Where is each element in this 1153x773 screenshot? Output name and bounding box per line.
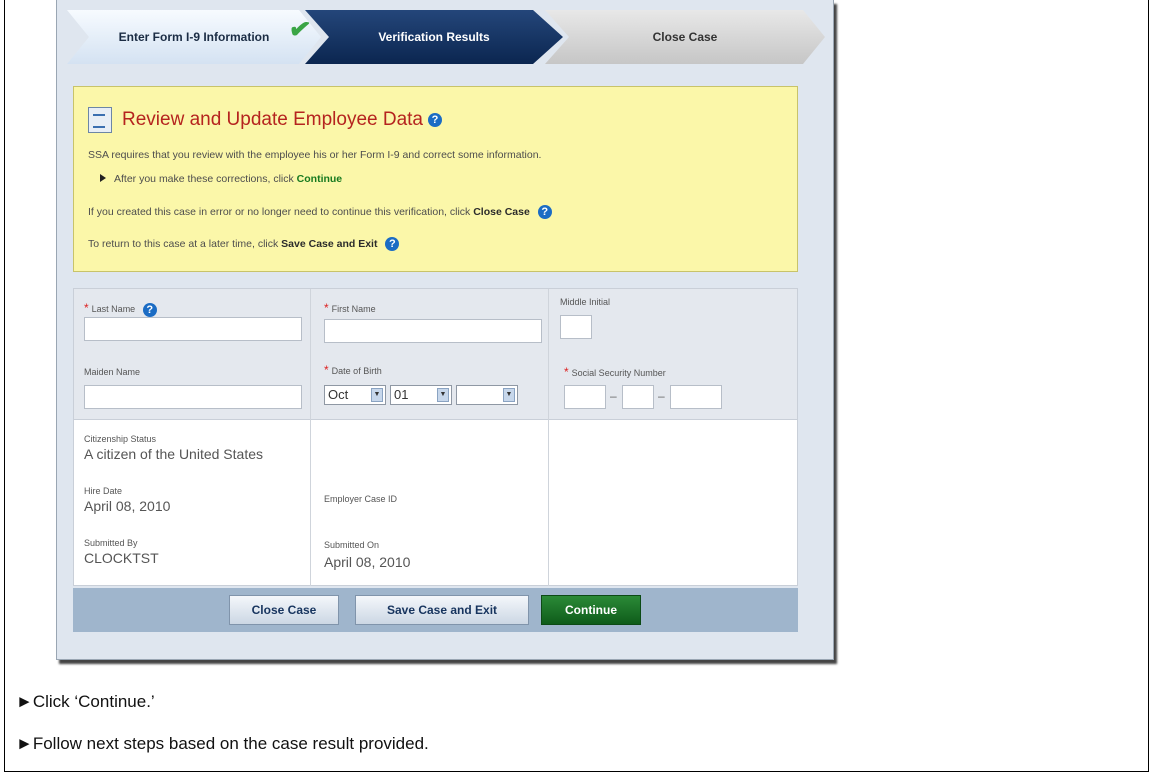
step-label: Enter Form I-9 Information bbox=[118, 30, 270, 44]
ssn-part1-field[interactable] bbox=[564, 385, 606, 409]
divider bbox=[310, 420, 311, 586]
bullet-arrow-icon bbox=[100, 174, 106, 182]
save-exit-note: To return to this case at a later time, … bbox=[88, 237, 400, 251]
maiden-name-label: Maiden Name bbox=[84, 367, 141, 377]
middle-initial-label: Middle Initial bbox=[560, 297, 611, 307]
close-case-note: If you created this case in error or no … bbox=[88, 205, 552, 219]
continue-button[interactable]: Continue bbox=[541, 595, 641, 625]
close-case-button[interactable]: Close Case bbox=[229, 595, 339, 625]
submitted-on-label: Submitted On bbox=[324, 540, 380, 550]
first-name-label: * First Name bbox=[324, 301, 376, 315]
chevron-down-icon: ▼ bbox=[371, 388, 383, 402]
hire-date-label: Hire Date bbox=[84, 486, 123, 496]
submitted-by-value: CLOCKTST bbox=[84, 550, 159, 566]
hire-date-value: April 08, 2010 bbox=[84, 498, 171, 514]
divider bbox=[548, 420, 549, 586]
save-case-exit-button[interactable]: Save Case and Exit bbox=[355, 595, 529, 625]
step-label: Close Case bbox=[652, 30, 718, 44]
save-exit-text: Save Case and Exit bbox=[281, 237, 378, 250]
review-header: Review and Update Employee Data ? bbox=[88, 107, 443, 133]
divider bbox=[548, 289, 549, 421]
last-name-field[interactable] bbox=[84, 317, 302, 341]
ssn-separator: – bbox=[610, 389, 617, 403]
dob-day-select[interactable]: 01 ▼ bbox=[390, 385, 452, 405]
first-name-field[interactable] bbox=[324, 319, 542, 343]
citizenship-label: Citizenship Status bbox=[84, 434, 157, 444]
ssn-label: * Social Security Number bbox=[564, 365, 666, 379]
middle-initial-field[interactable] bbox=[560, 315, 592, 339]
review-instructions: SSA requires that you review with the em… bbox=[88, 149, 542, 161]
step-label: Verification Results bbox=[378, 30, 490, 44]
review-bullet: After you make these corrections, click … bbox=[100, 173, 342, 185]
dob-label: * Date of Birth bbox=[324, 363, 382, 377]
divider bbox=[310, 289, 311, 421]
document-frame: Enter Form I-9 Information ✔ Verificatio… bbox=[4, 0, 1149, 772]
everify-screenshot: Enter Form I-9 Information ✔ Verificatio… bbox=[56, 0, 834, 660]
chevron-down-icon: ▼ bbox=[437, 388, 449, 402]
employee-form-editable: * Last Name ? * First Name Middle Initial … bbox=[73, 288, 798, 421]
dob-year-select[interactable]: ▼ bbox=[456, 385, 518, 405]
step-enter-form-i9[interactable]: Enter Form I-9 Information bbox=[67, 10, 321, 64]
ssn-part3-field[interactable] bbox=[670, 385, 722, 409]
document-icon bbox=[88, 107, 112, 133]
employer-case-id-label: Employer Case ID bbox=[324, 494, 398, 504]
maiden-name-field[interactable] bbox=[84, 385, 302, 409]
chevron-down-icon: ▼ bbox=[503, 388, 515, 402]
submitted-on-value: April 08, 2010 bbox=[324, 554, 411, 570]
checkmark-icon: ✔ bbox=[287, 12, 313, 46]
ssn-part2-field[interactable] bbox=[622, 385, 654, 409]
instruction-step-2: ►Follow next steps based on the case res… bbox=[16, 734, 429, 753]
step-verification-results[interactable]: Verification Results bbox=[305, 10, 563, 64]
step-close-case[interactable]: Close Case bbox=[545, 10, 825, 64]
action-bar: Close Case Save Case and Exit Continue bbox=[73, 588, 798, 632]
employee-form-readonly: Citizenship Status A citizen of the Unit… bbox=[73, 420, 798, 586]
help-icon[interactable]: ? bbox=[142, 302, 157, 317]
help-icon[interactable]: ? bbox=[385, 237, 400, 251]
submitted-by-label: Submitted By bbox=[84, 538, 138, 548]
last-name-label: * Last Name ? bbox=[84, 301, 157, 317]
progress-steps: Enter Form I-9 Information ✔ Verificatio… bbox=[67, 10, 827, 68]
citizenship-value: A citizen of the United States bbox=[84, 446, 263, 462]
continue-link-text: Continue bbox=[296, 173, 343, 185]
help-icon[interactable]: ? bbox=[537, 205, 552, 219]
close-case-text: Close Case bbox=[473, 205, 530, 218]
dob-month-select[interactable]: Oct ▼ bbox=[324, 385, 386, 405]
review-title: Review and Update Employee Data bbox=[122, 109, 424, 130]
ssn-separator: – bbox=[658, 389, 665, 403]
help-icon[interactable]: ? bbox=[428, 113, 443, 127]
review-panel: Review and Update Employee Data ? SSA re… bbox=[73, 86, 798, 272]
instruction-step-1: ►Click ‘Continue.’ bbox=[16, 692, 155, 711]
